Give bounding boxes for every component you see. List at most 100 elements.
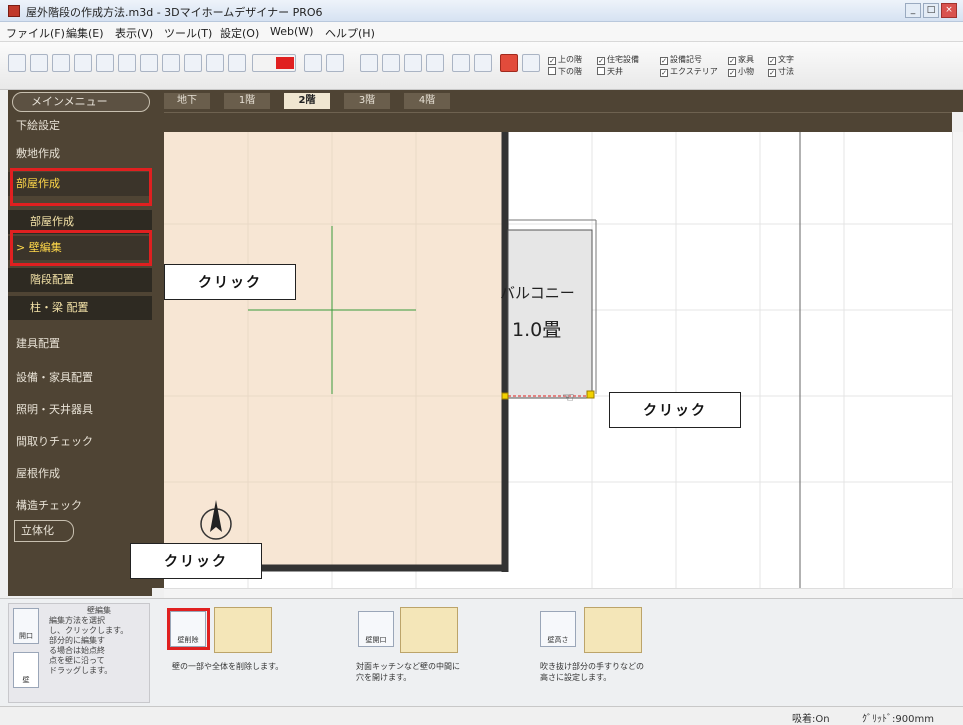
menu-help[interactable]: ヘルプ(H): [325, 25, 375, 41]
check-text[interactable]: ✓ 文字: [768, 54, 794, 65]
balcony-room: [507, 229, 593, 399]
wall-height-desc: 吹き抜け部分の手すりなどの 高さに設定します。: [540, 662, 644, 682]
sidebar-item-equipment-furniture[interactable]: 設備・家具配置: [8, 366, 152, 390]
room-fill: [164, 132, 502, 568]
sidebar: メインメニュー 下絵設定 敷地作成 部屋作成 部屋作成 > 壁編集 階段配置 柱…: [8, 90, 152, 596]
floor-plan-drawing: [164, 132, 952, 588]
mode-wall[interactable]: 壁: [13, 652, 39, 688]
print-icon[interactable]: [140, 54, 158, 72]
maximize-button[interactable]: □: [923, 3, 939, 18]
room-name-label: バルコニー: [500, 284, 575, 302]
wall-delete-preview: [214, 607, 272, 653]
ruler-top: [152, 112, 952, 132]
vertical-scrollbar[interactable]: [952, 132, 963, 588]
material-icon[interactable]: [500, 54, 518, 72]
help-panel: 開口 壁 壁編集 編集方法を選択 し、クリックします。 部分的に編集す る場合は…: [8, 603, 150, 703]
door-icon[interactable]: [426, 54, 444, 72]
sidebar-item-lighting-ceiling[interactable]: 照明・天井器具: [8, 398, 152, 422]
check-ceiling[interactable]: 天井: [597, 66, 623, 77]
tab-floor-3[interactable]: 3階: [344, 93, 390, 109]
menu-file[interactable]: ファイル(F): [6, 25, 65, 41]
callout-click-1: クリック: [164, 264, 296, 300]
highlight-wall-delete: [167, 608, 210, 650]
sidebar-subitem-column-beam[interactable]: 柱・梁 配置: [8, 296, 152, 320]
room-size-label: 1.0畳: [512, 319, 562, 341]
menu-edit[interactable]: 編集(E): [66, 25, 104, 41]
sidebar-item-site[interactable]: 敷地作成: [8, 142, 152, 166]
open-folder-icon[interactable]: [96, 54, 114, 72]
zoom-in-icon[interactable]: [206, 54, 224, 72]
plan-canvas[interactable]: バルコニー 1.0畳 ☜: [164, 132, 952, 588]
check-small-items[interactable]: ✓ 小物: [728, 66, 754, 77]
status-bar: 吸着:On ｸﾞﾘｯﾄﾞ:900mm: [0, 706, 963, 725]
check-furniture[interactable]: ✓ 家具: [728, 54, 754, 65]
selection-handle-start: [501, 392, 509, 400]
zoom-out-icon[interactable]: [228, 54, 246, 72]
tab-floor-1[interactable]: 1階: [224, 93, 270, 109]
close-button[interactable]: ×: [941, 3, 957, 18]
sidebar-item-layout-check[interactable]: 間取りチェック: [8, 430, 152, 454]
qa-icon[interactable]: [522, 54, 540, 72]
angle-icon[interactable]: [382, 54, 400, 72]
toolbar: ✓ 上の階 ✓ 住宅設備 ✓ 設備記号 ✓ 家具 ✓ 文字 下の階 天井 ✓ エクステリア …: [0, 42, 963, 90]
select-arrow-icon[interactable]: [8, 54, 26, 72]
tab-floor-2[interactable]: 2階: [284, 93, 330, 109]
selection-handle-end: [586, 390, 595, 399]
redo-icon[interactable]: [52, 54, 70, 72]
fit-view-icon[interactable]: [184, 54, 202, 72]
grid-icon[interactable]: [304, 54, 322, 72]
check-upper-floor[interactable]: ✓ 上の階: [548, 54, 582, 65]
wall-height-button[interactable]: 壁高さ: [540, 611, 576, 647]
tab-basement[interactable]: 地下: [164, 93, 210, 109]
rect-icon[interactable]: [474, 54, 492, 72]
window-controls: _ □ ×: [905, 3, 957, 18]
sidebar-subitem-stairs[interactable]: 階段配置: [8, 268, 152, 292]
wall-opening-preview: [400, 607, 458, 653]
title-bar: 屋外階段の作成方法.m3d - 3Dマイホームデザイナー PRO6 _ □ ×: [0, 0, 963, 22]
sidebar-item-fittings[interactable]: 建具配置: [8, 332, 152, 356]
highlight-room-create: [10, 168, 152, 206]
undo-icon[interactable]: [30, 54, 48, 72]
pen-icon[interactable]: [452, 54, 470, 72]
wall-delete-desc: 壁の一部や全体を削除します。: [172, 662, 284, 671]
room-grid-icon[interactable]: [326, 54, 344, 72]
ruler-left: [152, 112, 164, 588]
sidebar-item-structure-check[interactable]: 構造チェック: [8, 494, 152, 518]
wall-height-preview: [584, 607, 642, 653]
save-icon[interactable]: [118, 54, 136, 72]
delete-icon[interactable]: [74, 54, 92, 72]
check-housing-equipment[interactable]: ✓ 住宅設備: [597, 54, 639, 65]
tab-floor-4[interactable]: 4階: [404, 93, 450, 109]
callout-click-3: クリック: [130, 543, 262, 579]
print-preview-icon[interactable]: [162, 54, 180, 72]
render-3d-button[interactable]: 立体化: [14, 520, 74, 542]
text-icon[interactable]: [360, 54, 378, 72]
check-exterior[interactable]: ✓ エクステリア: [660, 66, 718, 77]
floor-tabs: 地下 1階 2階 3階 4階: [152, 90, 963, 112]
menu-view[interactable]: 表示(V): [115, 25, 153, 41]
pointer-cursor-icon: ☜: [562, 390, 575, 406]
wall-opening-button[interactable]: 壁開口: [358, 611, 394, 647]
highlight-wall-edit: [10, 230, 152, 266]
callout-click-2: クリック: [609, 392, 741, 428]
menu-tools[interactable]: ツール(T): [164, 25, 212, 41]
menu-bar: ファイル(F) 編集(E) 表示(V) ツール(T) 設定(O) Web(W) …: [0, 22, 963, 42]
help-text: 壁編集 編集方法を選択 し、クリックします。 部分的に編集す る場合は始点終 点…: [49, 606, 129, 675]
bottom-panel: 開口 壁 壁編集 編集方法を選択 し、クリックします。 部分的に編集す る場合は…: [0, 598, 963, 706]
menu-web[interactable]: Web(W): [270, 25, 313, 38]
main-menu-button[interactable]: メインメニュー: [12, 92, 150, 112]
on-toggle-icon[interactable]: [252, 54, 296, 72]
sidebar-item-roof[interactable]: 屋根作成: [8, 462, 152, 486]
snap-status: 吸着:On: [792, 714, 830, 725]
mode-opening[interactable]: 開口: [13, 608, 39, 644]
line-angle-icon[interactable]: [404, 54, 422, 72]
minimize-button[interactable]: _: [905, 3, 921, 18]
grid-status: ｸﾞﾘｯﾄﾞ:900mm: [862, 714, 934, 725]
horizontal-scrollbar[interactable]: [164, 588, 952, 598]
window-title: 屋外階段の作成方法.m3d - 3Dマイホームデザイナー PRO6: [26, 6, 323, 19]
check-equipment-symbol[interactable]: ✓ 設備記号: [660, 54, 702, 65]
check-dimensions[interactable]: ✓ 寸法: [768, 66, 794, 77]
menu-settings[interactable]: 設定(O): [220, 25, 259, 41]
sidebar-item-underlay[interactable]: 下絵設定: [8, 114, 152, 138]
check-lower-floor[interactable]: 下の階: [548, 66, 582, 77]
